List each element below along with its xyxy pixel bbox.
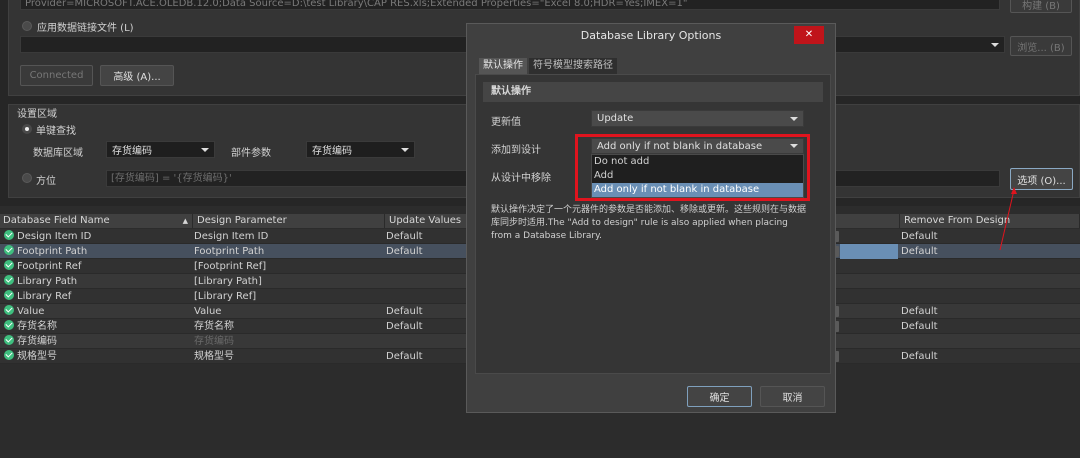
selected-cell[interactable]: [840, 244, 898, 259]
advanced-button[interactable]: 高级 (A)...: [100, 65, 174, 86]
param-cell: [Library Path]: [194, 276, 262, 287]
update-select[interactable]: Update: [591, 110, 804, 127]
db-field-select[interactable]: 存货编码: [106, 141, 215, 158]
param-cell: 存货编码: [194, 336, 234, 347]
use-link-file-radio[interactable]: [22, 21, 32, 31]
chevron-down-icon: [991, 42, 999, 47]
field-name: Footprint Ref: [17, 261, 82, 272]
field-name: 存货名称: [17, 321, 57, 332]
field-name: Library Ref: [17, 291, 72, 302]
check-icon: [4, 335, 14, 345]
param-cell: 规格型号: [194, 351, 234, 362]
param-cell: 存货名称: [194, 321, 234, 332]
check-icon: [4, 350, 14, 360]
highlight-box: [575, 134, 810, 201]
tab-default-actions[interactable]: 默认操作: [479, 58, 527, 74]
field-cell: Footprint Ref: [4, 259, 81, 274]
database-library-options-dialog: Database Library Options ✕ 默认操作 符号模型搜索路径…: [466, 23, 836, 413]
field-name: 存货编码: [17, 336, 57, 347]
field-cell: Design Item ID: [4, 229, 91, 244]
ok-button[interactable]: 确定: [687, 386, 752, 407]
update-cell[interactable]: Default: [386, 319, 423, 334]
remove-label: 从设计中移除: [491, 173, 551, 184]
field-cell: Footprint Path: [4, 244, 87, 259]
field-name: Library Path: [17, 276, 78, 287]
use-link-file-label: 应用数据链接文件 (L): [37, 23, 134, 34]
field-name: Design Item ID: [17, 231, 92, 242]
param-cell: [Library Ref]: [194, 291, 257, 302]
remove-cell[interactable]: Default: [901, 244, 938, 259]
update-label: 更新值: [491, 117, 521, 128]
field-cell: Library Path: [4, 274, 77, 289]
connected-button[interactable]: Connected: [20, 65, 93, 86]
chevron-down-icon: [201, 147, 209, 152]
add-label: 添加到设计: [491, 145, 541, 156]
check-icon: [4, 275, 14, 285]
field-cell: Library Ref: [4, 289, 71, 304]
single-key-label: 单键查找: [36, 126, 76, 137]
check-icon: [4, 305, 14, 315]
db-field-label: 数据库区域: [33, 148, 83, 159]
part-param-select[interactable]: 存货编码: [306, 141, 415, 158]
field-cell: Value: [4, 304, 44, 319]
field-cell: 规格型号: [4, 349, 57, 364]
update-cell[interactable]: Default: [386, 349, 423, 364]
where-label: 方位: [36, 176, 56, 187]
param-cell: Design Item ID: [194, 231, 269, 242]
check-icon: [4, 290, 14, 300]
param-cell: Footprint Path: [194, 246, 265, 257]
param-cell: [Footprint Ref]: [194, 261, 267, 272]
build-button[interactable]: 构建 (B): [1010, 0, 1072, 13]
field-name: Value: [17, 306, 45, 317]
chevron-down-icon: [401, 147, 409, 152]
remove-cell[interactable]: Default: [901, 304, 938, 319]
cancel-button[interactable]: 取消: [760, 386, 825, 407]
tab-symbol-search-path[interactable]: 符号模型搜索路径: [529, 58, 617, 74]
remove-cell[interactable]: Default: [901, 349, 938, 364]
description-text: 默认操作决定了一个元器件的参数是否能添加、移除或更新。这些规则在与数据库同步时适…: [491, 205, 807, 241]
check-icon: [4, 320, 14, 330]
settings-group-label: 设置区域: [17, 109, 57, 120]
tab-panel: 默认操作 更新值 Update 添加到设计 Add only if not bl…: [475, 74, 831, 374]
annotation-arrow: [999, 187, 1017, 251]
remove-cell[interactable]: Default: [901, 229, 938, 244]
single-key-radio[interactable]: [22, 124, 32, 134]
connection-string-field[interactable]: Provider=MICROSOFT.ACE.OLEDB.12.0;Data S…: [20, 0, 1000, 10]
db-field-value: 存货编码: [112, 146, 152, 157]
where-radio[interactable]: [22, 173, 32, 183]
part-param-value: 存货编码: [312, 146, 352, 157]
header-label: Database Field Name: [3, 215, 110, 226]
check-icon: [4, 260, 14, 270]
column-header-param[interactable]: Design Parameter: [193, 214, 385, 228]
param-cell: Value: [194, 306, 222, 317]
close-icon: ✕: [804, 29, 814, 40]
section-header: 默认操作: [483, 82, 823, 102]
chevron-down-icon: [790, 116, 798, 121]
field-cell: 存货名称: [4, 319, 57, 334]
field-name: 规格型号: [17, 351, 57, 362]
column-header-field[interactable]: Database Field Name ▲: [0, 214, 193, 228]
part-param-label: 部件参数: [231, 148, 271, 159]
update-cell[interactable]: Default: [386, 229, 423, 244]
remove-cell[interactable]: Default: [901, 319, 938, 334]
field-name: Footprint Path: [17, 246, 88, 257]
close-button[interactable]: ✕: [794, 26, 824, 44]
sort-ascending-icon: ▲: [182, 217, 188, 225]
dialog-title: Database Library Options: [580, 29, 722, 42]
check-icon: [4, 245, 14, 255]
update-value: Update: [597, 113, 634, 124]
check-icon: [4, 230, 14, 240]
update-cell[interactable]: Default: [386, 304, 423, 319]
field-cell: 存货编码: [4, 334, 57, 349]
browse-button[interactable]: 浏览... (B): [1010, 36, 1072, 56]
update-cell[interactable]: Default: [386, 244, 423, 259]
